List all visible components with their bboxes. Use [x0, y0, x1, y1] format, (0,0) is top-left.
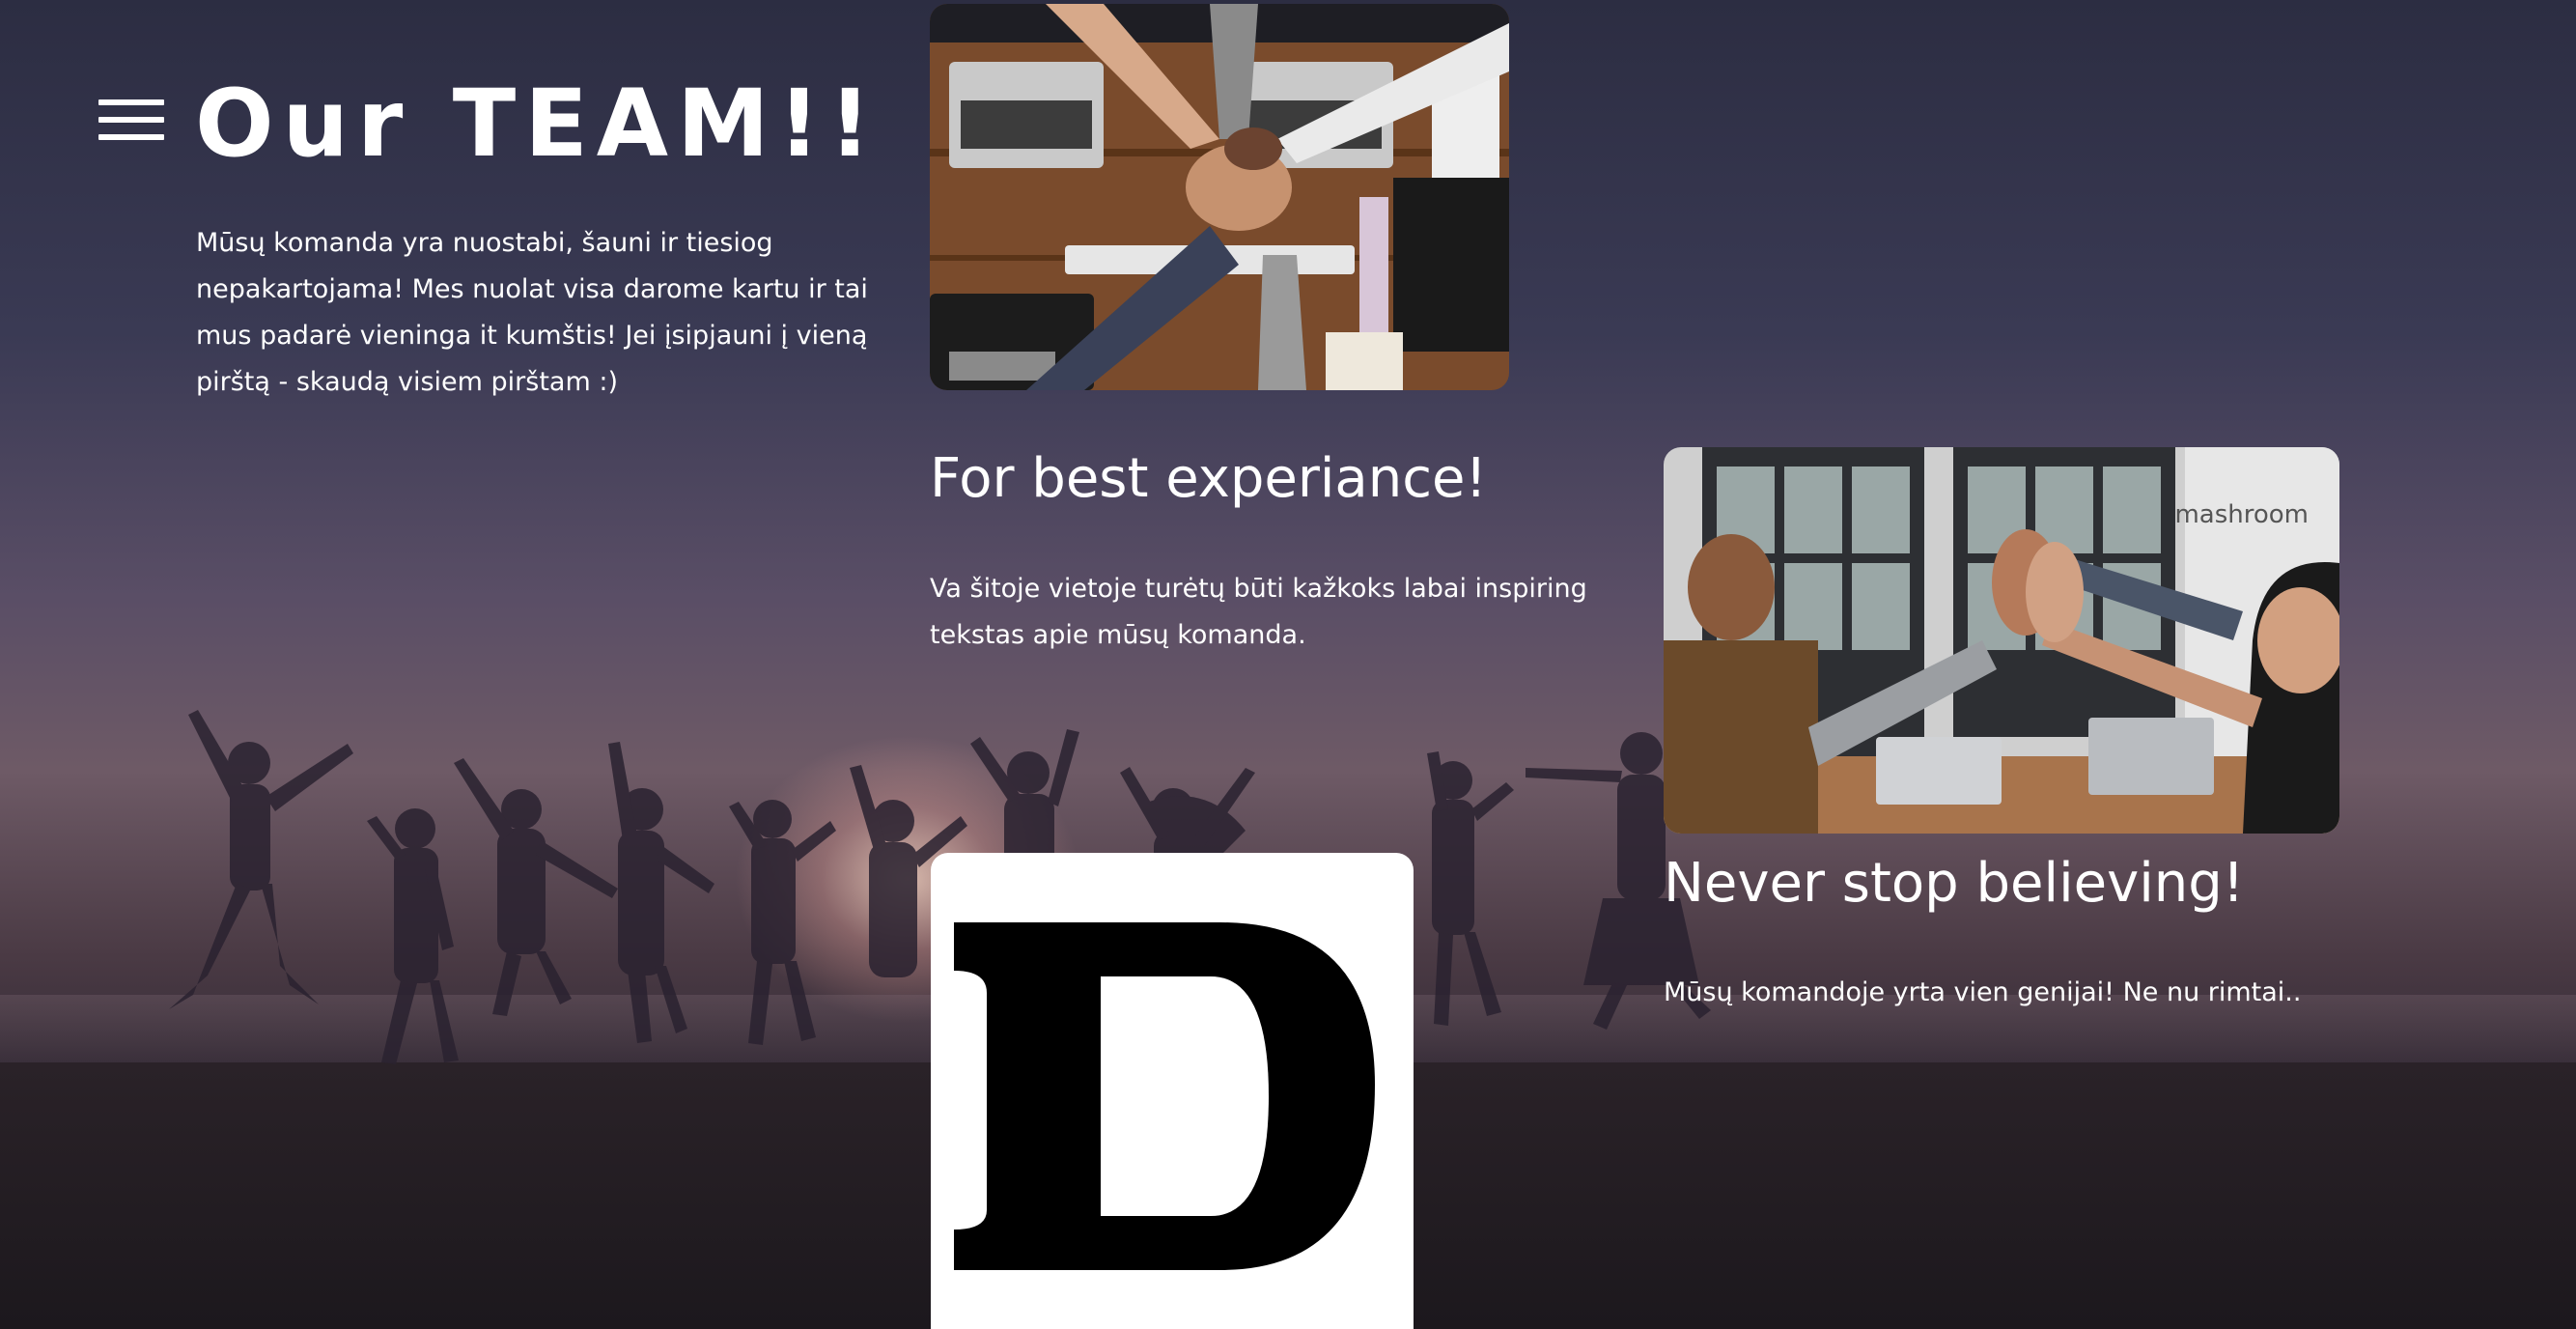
- section-heading-best-experience: For best experiance!: [930, 447, 1487, 510]
- menu-line: [98, 134, 164, 140]
- wall-sign-text: mashroom: [2174, 500, 2309, 529]
- letter-d-logo: [931, 853, 1414, 1329]
- page-title: Our TEAM!!: [195, 70, 881, 178]
- hamburger-menu-icon[interactable]: [98, 99, 164, 140]
- section-text-best-experience: Va šitoje vietoje turėtų būti kažkoks la…: [930, 574, 1587, 650]
- section-heading-never-stop: Never stop believing!: [1664, 852, 2245, 915]
- section-text-never-stop: Mūsų komandoje yrta vien genijai! Ne nu …: [1664, 977, 2302, 1007]
- menu-line: [98, 117, 164, 123]
- team-fist-bump-photo: [930, 4, 1509, 390]
- menu-line: [98, 99, 164, 105]
- team-high-five-photo: mashroom: [1664, 447, 2339, 834]
- intro-text: Mūsų komanda yra nuostabi, šauni ir ties…: [196, 228, 868, 397]
